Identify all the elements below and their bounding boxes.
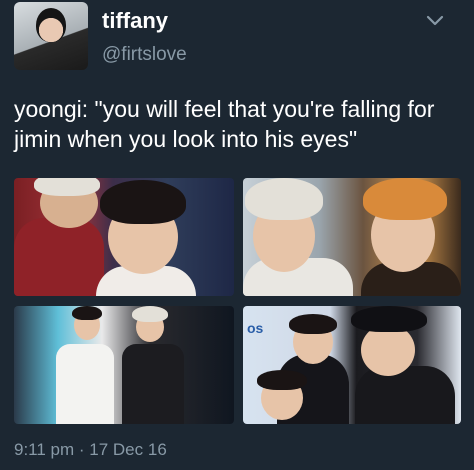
photo-figure [351,306,427,332]
photo-figure [14,218,104,296]
photo-figure [257,370,307,390]
photo-figure [100,180,186,224]
photo-figure [289,314,337,334]
photo-figure [56,344,114,424]
avatar-photo [36,8,66,42]
tweet-text: yoongi: "you will feel that you're falli… [14,96,435,152]
tweet-photo-1[interactable] [14,178,234,296]
photo-figure [122,344,184,424]
photo-caption-text: os [247,320,264,336]
photo-figure [132,306,168,322]
tweet-photo-4[interactable]: os [243,306,461,424]
author-display-name[interactable]: tiffany [102,8,168,34]
photo-figure [34,178,100,196]
avatar[interactable] [14,2,88,70]
tweet-timestamp[interactable]: 9:11 pm · 17 Dec 16 [14,440,167,460]
author-handle[interactable]: @firtslove [102,44,187,66]
tweet-photo-2[interactable] [243,178,461,296]
photo-figure [363,178,447,220]
tweet-photo-3[interactable] [14,306,234,424]
photo-figure [72,306,102,320]
chevron-down-icon[interactable] [426,14,444,28]
photo-figure [355,366,455,424]
photo-figure [245,178,323,220]
